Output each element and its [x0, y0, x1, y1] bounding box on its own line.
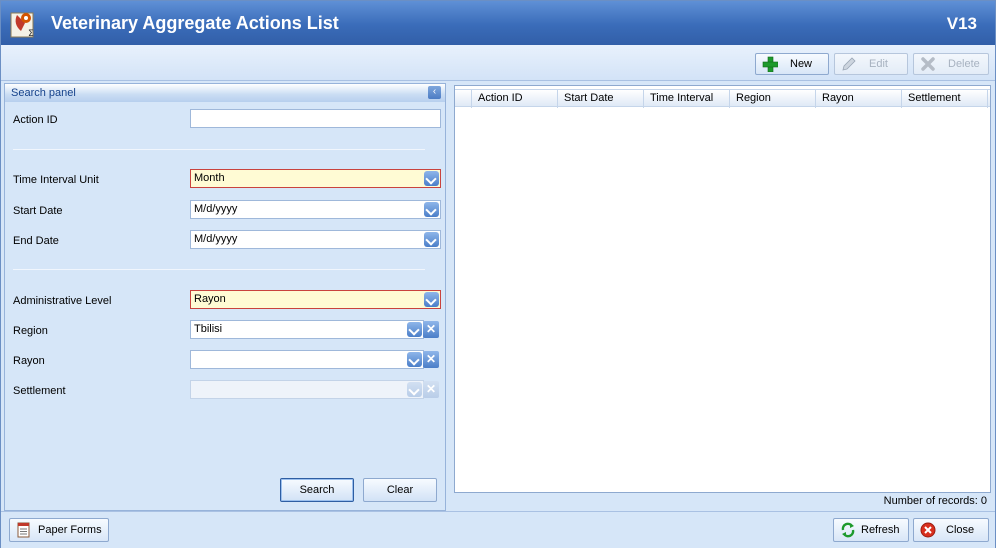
clear-settlement-icon: ✕ — [423, 381, 439, 398]
pencil-icon — [842, 57, 856, 71]
column-header[interactable]: Start Date — [558, 90, 644, 108]
veterinary-app-icon: Σ — [10, 12, 34, 39]
clear-rayon-icon[interactable]: ✕ — [423, 351, 439, 368]
action-id-input[interactable] — [190, 109, 441, 128]
version-label: V13 — [946, 14, 977, 33]
refresh-icon — [841, 522, 855, 538]
paper-forms-label: Paper Forms — [38, 524, 102, 536]
panel-splitter[interactable] — [447, 83, 453, 511]
refresh-button[interactable]: Refresh — [833, 518, 909, 542]
footer-bar: Paper Forms Refresh Close — [1, 511, 995, 548]
search-panel: Search panel ‹ Action ID Time Interval U… — [4, 83, 446, 511]
column-header[interactable]: Action ID — [472, 90, 558, 108]
end-date-label: End Date — [13, 235, 59, 247]
start-date-input[interactable]: M/d/yyyy — [190, 200, 441, 219]
separator — [13, 149, 425, 150]
administrative-level-label: Administrative Level — [13, 295, 112, 307]
region-label: Region — [13, 325, 48, 337]
chevron-down-icon[interactable] — [424, 292, 439, 307]
settlement-label: Settlement — [13, 385, 66, 397]
delete-button[interactable]: Delete — [913, 53, 989, 75]
search-panel-header: Search panel ‹ — [5, 84, 445, 102]
rayon-select[interactable] — [190, 350, 424, 369]
main-window: Σ Veterinary Aggregate Actions List V13 … — [0, 0, 996, 548]
delete-button-label: Delete — [948, 58, 980, 70]
collapse-panel-icon[interactable]: ‹ — [428, 86, 441, 99]
start-date-value: M/d/yyyy — [194, 203, 238, 215]
search-button[interactable]: Search — [280, 478, 354, 502]
region-select[interactable]: Tbilisi — [190, 320, 424, 339]
clear-button[interactable]: Clear — [363, 478, 437, 502]
close-button[interactable]: Close — [913, 518, 989, 542]
column-header[interactable]: Region — [730, 90, 816, 108]
paper-forms-button[interactable]: Paper Forms — [9, 518, 109, 542]
chevron-down-icon[interactable] — [424, 232, 439, 247]
refresh-label: Refresh — [861, 524, 900, 536]
administrative-level-value: Rayon — [194, 293, 226, 305]
toolbar: New Edit Delete — [1, 45, 995, 81]
record-count: Number of records: 0 — [883, 495, 987, 507]
action-id-label: Action ID — [13, 114, 58, 126]
search-panel-title: Search panel — [11, 87, 76, 99]
close-label: Close — [946, 524, 975, 536]
x-icon — [921, 57, 935, 71]
results-grid: Action ID Start Date Time Interval Regio… — [454, 85, 991, 493]
chevron-down-icon[interactable] — [407, 352, 422, 367]
start-date-label: Start Date — [13, 205, 63, 217]
settlement-select[interactable] — [190, 380, 424, 399]
region-value: Tbilisi — [194, 323, 223, 335]
end-date-input[interactable]: M/d/yyyy — [190, 230, 441, 249]
chevron-down-icon[interactable] — [407, 322, 422, 337]
plus-icon — [762, 56, 778, 72]
time-interval-unit-label: Time Interval Unit — [13, 174, 99, 186]
grid-header: Action ID Start Date Time Interval Regio… — [455, 89, 990, 108]
separator — [13, 269, 425, 270]
new-button[interactable]: New — [755, 53, 829, 75]
row-selector-header — [455, 90, 472, 108]
title-bar: Σ Veterinary Aggregate Actions List V13 — [1, 1, 995, 45]
chevron-down-icon[interactable] — [424, 171, 439, 186]
edit-button[interactable]: Edit — [834, 53, 908, 75]
column-header[interactable]: Settlement — [902, 90, 988, 108]
clear-region-icon[interactable]: ✕ — [423, 321, 439, 338]
new-button-label: New — [790, 58, 813, 70]
time-interval-unit-value: Month — [194, 172, 225, 184]
close-icon — [920, 522, 936, 538]
edit-button-label: Edit — [869, 58, 888, 70]
column-header[interactable]: Rayon — [816, 90, 902, 108]
window-title: Veterinary Aggregate Actions List — [51, 13, 339, 33]
time-interval-unit-select[interactable]: Month — [190, 169, 441, 188]
document-icon — [17, 522, 30, 538]
chevron-down-icon — [407, 382, 422, 397]
administrative-level-select[interactable]: Rayon — [190, 290, 441, 309]
end-date-value: M/d/yyyy — [194, 233, 238, 245]
svg-text:Σ: Σ — [28, 29, 34, 39]
chevron-down-icon[interactable] — [424, 202, 439, 217]
column-header[interactable]: Time Interval — [644, 90, 730, 108]
rayon-label: Rayon — [13, 355, 45, 367]
